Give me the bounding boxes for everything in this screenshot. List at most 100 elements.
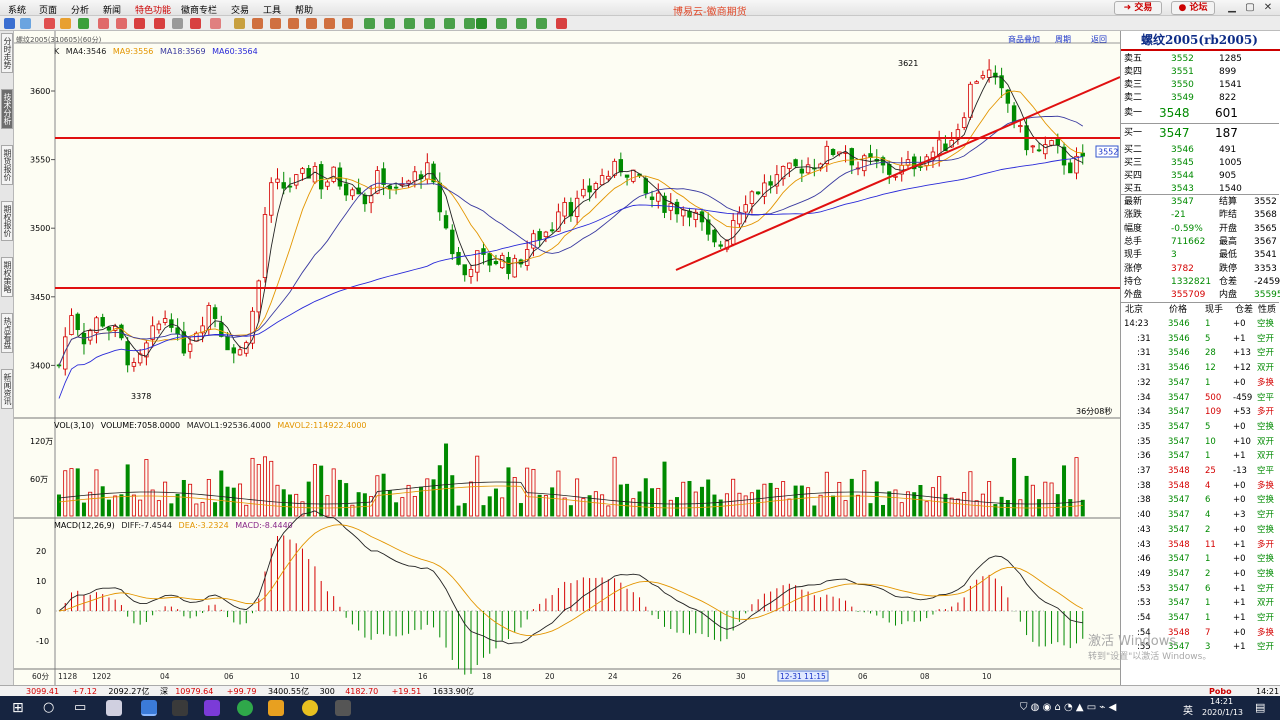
back-icon[interactable] [4, 18, 15, 29]
zoom-out-icon[interactable] [116, 18, 127, 29]
menu-features[interactable]: 特色功能 [135, 3, 171, 16]
tick-row[interactable]: :53 3547 1 +1 双开 [1121, 597, 1279, 610]
indicator-2-icon[interactable] [384, 18, 395, 29]
tab-timeshare[interactable]: 分时走势 [1, 33, 13, 73]
indicator-8-icon[interactable] [496, 18, 507, 29]
tick-row[interactable]: :38 3548 4 +0 多换 [1121, 480, 1279, 493]
indicator-9-icon[interactable] [516, 18, 527, 29]
tick-row[interactable]: :35 3547 5 +0 空换 [1121, 421, 1279, 434]
app-browser-icon[interactable] [237, 700, 253, 716]
notification-icon[interactable]: ▤ [1255, 701, 1265, 714]
menu-system[interactable]: 系统 [8, 3, 26, 16]
tab-futures-quotes[interactable]: 期货报价 [1, 145, 13, 185]
tick-row[interactable]: :53 3547 6 +1 空开 [1121, 583, 1279, 596]
period-60m-icon[interactable] [324, 18, 335, 29]
bid-row[interactable]: 买四 3544 905 [1121, 170, 1279, 183]
indicator-5-icon[interactable] [444, 18, 455, 29]
ask-row[interactable]: 卖一 3548 601 [1121, 107, 1279, 120]
brush-icon[interactable] [210, 18, 221, 29]
tick-row[interactable]: :38 3547 6 +0 空换 [1121, 494, 1279, 507]
return-link[interactable]: 返回 [1091, 34, 1107, 45]
settings-icon[interactable] [556, 18, 567, 29]
target-icon[interactable] [154, 18, 165, 29]
menu-help[interactable]: 帮助 [295, 3, 313, 16]
app-folder-icon[interactable] [268, 700, 284, 716]
indicator-10-icon[interactable] [536, 18, 547, 29]
tray-icons[interactable]: ⛉ ◍ ◉ ⌂ ◔ ▲ ▭ ⌁ ◀ [1020, 702, 1116, 713]
refresh-icon[interactable] [78, 18, 89, 29]
pin-icon[interactable] [172, 18, 183, 29]
menu-analysis[interactable]: 分析 [71, 3, 89, 16]
tick-row[interactable]: :35 3547 10 +10 双开 [1121, 436, 1279, 449]
tick-row[interactable]: :34 3547 500 -459 空平 [1121, 392, 1279, 405]
indicator-4-icon[interactable] [424, 18, 435, 29]
tick-row[interactable]: :43 3548 11 +1 多开 [1121, 539, 1279, 552]
indicator-7-icon[interactable] [476, 18, 487, 29]
menu-news[interactable]: 新闻 [103, 3, 121, 16]
app-terminal-icon[interactable] [335, 700, 351, 716]
menu-column[interactable]: 徽商专栏 [181, 3, 217, 16]
tick-row[interactable]: :46 3547 1 +0 空换 [1121, 553, 1279, 566]
indicator-3-icon[interactable] [404, 18, 415, 29]
ask-row[interactable]: 卖四 3551 899 [1121, 66, 1279, 79]
kline-icon[interactable] [234, 18, 245, 29]
taskbar-time[interactable]: 14:21 [1210, 697, 1233, 706]
maximize-icon[interactable]: ▢ [1244, 2, 1256, 14]
tick-row[interactable]: :34 3547 109 +53 多开 [1121, 406, 1279, 419]
windows-start-icon[interactable]: ⊞ [12, 700, 24, 716]
dots-icon[interactable] [190, 18, 201, 29]
period-day-icon[interactable] [342, 18, 353, 29]
menu-trade[interactable]: 交易 [231, 3, 249, 16]
tab-options-quotes[interactable]: 期权报价 [1, 201, 13, 241]
ime-indicator[interactable]: 英 [1183, 702, 1193, 717]
period-15m-icon[interactable] [288, 18, 299, 29]
menu-page[interactable]: 页面 [39, 3, 57, 16]
tick-row[interactable]: :31 3546 28 +13 空开 [1121, 347, 1279, 360]
overlay-link[interactable]: 商品叠加 [1008, 34, 1040, 45]
chart-area[interactable]: 3600 3550 3500 3450 3400 120万 60万 20 10 0 -10 60分 11… [14, 31, 1120, 685]
period-link[interactable]: 周期 [1055, 34, 1071, 45]
taskbar-date[interactable]: 2020/1/13 [1202, 708, 1243, 717]
minimize-icon[interactable]: ▁ [1226, 2, 1238, 14]
app-music-icon[interactable] [302, 700, 318, 716]
close-icon[interactable]: ✕ [1262, 2, 1274, 14]
zoom-in-icon[interactable] [98, 18, 109, 29]
period-30m-icon[interactable] [306, 18, 317, 29]
search-icon[interactable]: ○ [43, 700, 54, 715]
tick-row[interactable]: 14:23 3546 1 +0 空换 [1121, 318, 1279, 331]
indicator-icon[interactable] [364, 18, 375, 29]
chart-canvas[interactable]: 3600 3550 3500 3450 3400 120万 60万 20 10 0 -10 60分 11… [14, 31, 1120, 685]
ask-row[interactable]: 卖三 3550 1541 [1121, 79, 1279, 92]
tab-options-strategy[interactable]: 期权策略 [1, 257, 13, 297]
tab-hot-watch[interactable]: 热点看盘 [1, 313, 13, 353]
tick-row[interactable]: :32 3547 1 +0 多换 [1121, 377, 1279, 390]
bid-row[interactable]: 买三 3545 1005 [1121, 157, 1279, 170]
task-view-icon[interactable]: ▭ [74, 700, 86, 715]
tick-row[interactable]: :40 3547 4 +3 空开 [1121, 509, 1279, 522]
tab-technical[interactable]: 技术分析 [1, 89, 13, 129]
forum-button[interactable]: ● 论坛 [1171, 1, 1215, 15]
monitor-icon[interactable] [20, 18, 31, 29]
tick-row[interactable]: :54 3547 1 +1 空开 [1121, 612, 1279, 625]
ask-row[interactable]: 卖五 3552 1285 [1121, 53, 1279, 66]
period-5m-icon[interactable] [270, 18, 281, 29]
tick-row[interactable]: :49 3547 2 +0 空换 [1121, 568, 1279, 581]
tick-row[interactable]: :31 3546 5 +1 空开 [1121, 333, 1279, 346]
tab-news[interactable]: 新闻资讯 [1, 369, 13, 409]
chart-icon[interactable] [44, 18, 55, 29]
app-store-icon[interactable] [141, 700, 157, 716]
tick-row[interactable]: :43 3547 2 +0 空换 [1121, 524, 1279, 537]
indicator-6-icon[interactable] [464, 18, 475, 29]
menu-tools[interactable]: 工具 [263, 3, 281, 16]
bid-row[interactable]: 买一 3547 187 [1121, 127, 1279, 140]
folder-icon[interactable] [60, 18, 71, 29]
app-trader-icon[interactable] [172, 700, 188, 716]
app-chat-icon[interactable] [204, 700, 220, 716]
tick-row[interactable]: :36 3547 1 +1 双开 [1121, 450, 1279, 463]
app-photos-icon[interactable] [106, 700, 122, 716]
tick-row[interactable]: :31 3546 12 +12 双开 [1121, 362, 1279, 375]
tick-row[interactable]: :37 3548 25 -13 空平 [1121, 465, 1279, 478]
ask-row[interactable]: 卖二 3549 822 [1121, 92, 1279, 105]
period-1m-icon[interactable] [252, 18, 263, 29]
draw-icon[interactable] [134, 18, 145, 29]
